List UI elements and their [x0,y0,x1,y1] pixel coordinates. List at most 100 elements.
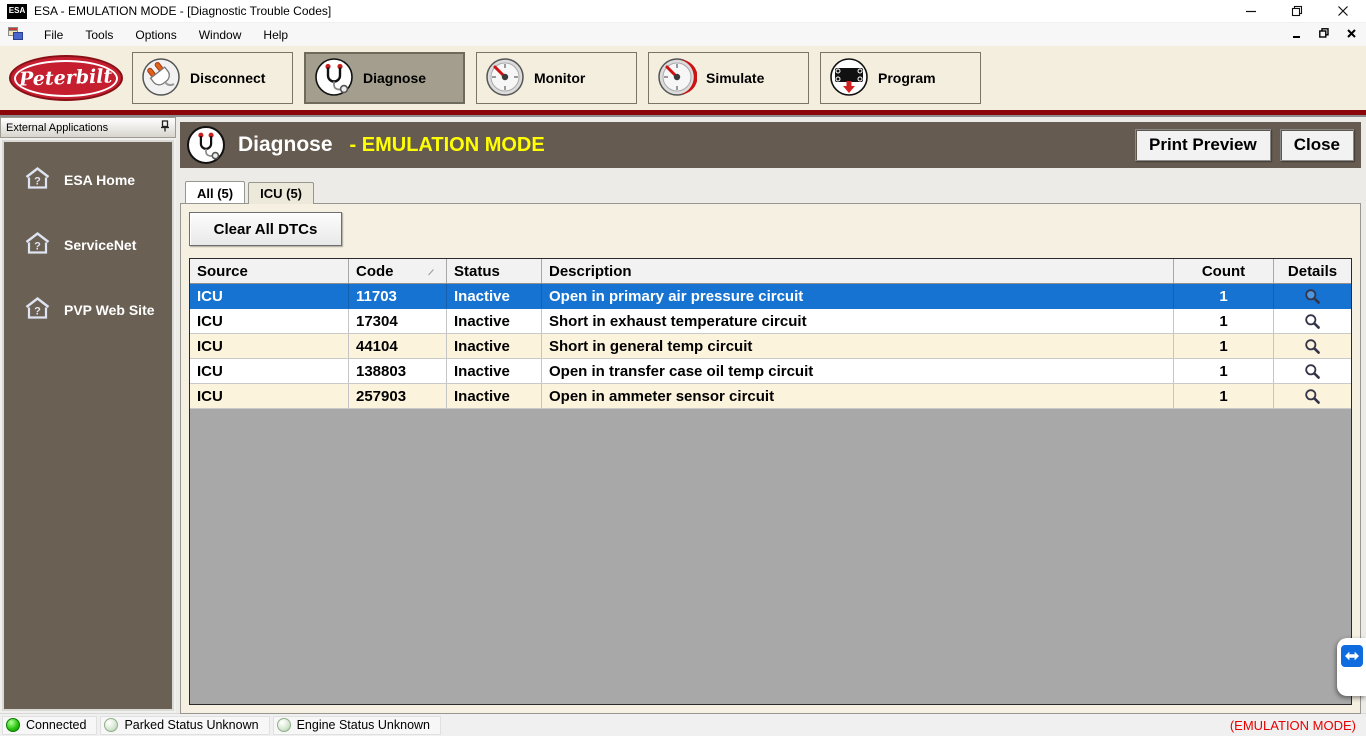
monitor-label: Monitor [534,70,585,86]
svg-text:?: ? [34,306,41,318]
cell-status: Inactive [447,284,542,308]
column-header-code[interactable]: Code [349,259,447,283]
window-title: ESA - EMULATION MODE - [Diagnostic Troub… [34,4,331,18]
diagnose-header: Diagnose - EMULATION MODE Print Preview … [180,122,1361,168]
column-header-count[interactable]: Count [1174,259,1274,283]
cell-source: ICU [190,284,349,308]
sidebar-title: External Applications [6,122,108,134]
menu-help[interactable]: Help [252,25,299,45]
external-applications-panel: External Applications ? ESA Home [0,117,176,713]
teamviewer-icon [1341,645,1363,667]
engine-label: Engine Status Unknown [297,718,430,732]
svg-text:?: ? [34,176,41,188]
tab-icu[interactable]: ICU (5) [248,182,314,204]
minimize-icon[interactable] [1228,0,1274,22]
details-magnifier-icon[interactable] [1274,384,1351,408]
cell-count: 1 [1174,384,1274,408]
mdi-restore-icon[interactable] [1319,28,1329,41]
sidebar-item-label: ServiceNet [64,237,136,253]
diagnose-label: Diagnose [363,70,426,86]
ecu-program-icon [829,57,869,100]
connection-status: Connected [2,716,97,735]
dtc-tab-strip: All (5) ICU (5) [180,181,1361,203]
dtc-table: Source Code Status Description Count Det… [189,258,1352,705]
table-header: Source Code Status Description Count Det… [190,259,1351,284]
table-row[interactable]: ICU 17304 Inactive Short in exhaust temp… [190,309,1351,334]
sidebar-item-pvp-web-site[interactable]: ? PVP Web Site [24,296,172,323]
parked-status: Parked Status Unknown [100,716,269,735]
parked-label: Parked Status Unknown [124,718,258,732]
table-row[interactable]: ICU 11703 Inactive Open in primary air p… [190,284,1351,309]
details-magnifier-icon[interactable] [1274,359,1351,383]
close-icon[interactable] [1320,0,1366,22]
cell-code: 44104 [349,334,447,358]
menu-window[interactable]: Window [188,25,253,45]
stethoscope-icon [187,126,225,164]
sidebar-item-label: ESA Home [64,172,135,188]
cell-description: Short in general temp circuit [542,334,1174,358]
monitor-button[interactable]: Monitor [476,52,637,104]
cell-code: 257903 [349,384,447,408]
details-magnifier-icon[interactable] [1274,334,1351,358]
restore-icon[interactable] [1274,0,1320,22]
cell-status: Inactive [447,309,542,333]
mdi-close-icon[interactable] [1347,29,1356,41]
red-separator [0,110,1366,117]
column-header-source[interactable]: Source [190,259,349,283]
table-row[interactable]: ICU 257903 Inactive Open in ammeter sens… [190,384,1351,409]
column-header-details[interactable]: Details [1274,259,1351,283]
sidebar-item-servicenet[interactable]: ? ServiceNet [24,231,172,258]
column-header-description[interactable]: Description [542,259,1174,283]
peterbilt-logo: Peterbilt [9,55,123,101]
menu-options[interactable]: Options [124,25,187,45]
program-button[interactable]: Program [820,52,981,104]
cell-source: ICU [190,359,349,383]
cell-description: Open in transfer case oil temp circuit [542,359,1174,383]
main-area: Diagnose - EMULATION MODE Print Preview … [176,117,1366,713]
close-button[interactable]: Close [1280,129,1354,161]
cell-count: 1 [1174,359,1274,383]
sidebar-item-esa-home[interactable]: ? ESA Home [24,166,172,193]
window-controls [1228,0,1366,22]
sidebar-item-label: PVP Web Site [64,302,155,318]
mdi-minimize-icon[interactable] [1292,29,1301,41]
connected-label: Connected [26,718,86,732]
cell-description: Short in exhaust temperature circuit [542,309,1174,333]
home-icon: ? [24,296,51,323]
home-icon: ? [24,231,51,258]
form-icon [8,26,23,43]
details-magnifier-icon[interactable] [1274,284,1351,308]
gauge-simulate-icon [657,57,697,100]
engine-indicator-icon [277,718,291,732]
clear-all-dtcs-button[interactable]: Clear All DTCs [189,212,342,246]
mdi-window-controls [1292,28,1366,41]
page-title: Diagnose [238,133,333,157]
details-magnifier-icon[interactable] [1274,309,1351,333]
program-label: Program [878,70,936,86]
disconnect-button[interactable]: Disconnect [132,52,293,104]
simulate-label: Simulate [706,70,764,86]
connected-indicator-icon [6,718,20,732]
status-bar: Connected Parked Status Unknown Engine S… [0,713,1366,736]
svg-text:?: ? [34,241,41,253]
home-icon: ? [24,166,51,193]
cell-count: 1 [1174,309,1274,333]
menu-tools[interactable]: Tools [74,25,124,45]
diagnose-button[interactable]: Diagnose [304,52,465,104]
emulation-mode-label: - EMULATION MODE [350,134,545,157]
print-preview-button[interactable]: Print Preview [1135,129,1271,161]
sidebar-header: External Applications [0,117,176,138]
menu-file[interactable]: File [33,25,74,45]
tab-all[interactable]: All (5) [185,181,245,203]
teamviewer-popout[interactable] [1337,638,1366,696]
simulate-button[interactable]: Simulate [648,52,809,104]
sort-ascending-icon [427,263,435,280]
main-toolbar: Peterbilt Disconnect [0,46,1366,110]
pin-icon[interactable] [160,120,170,135]
column-header-status[interactable]: Status [447,259,542,283]
table-row[interactable]: ICU 138803 Inactive Open in transfer cas… [190,359,1351,384]
table-row[interactable]: ICU 44104 Inactive Short in general temp… [190,334,1351,359]
app-icon: ESA [7,4,27,19]
title-bar: ESA ESA - EMULATION MODE - [Diagnostic T… [0,0,1366,23]
cell-source: ICU [190,334,349,358]
